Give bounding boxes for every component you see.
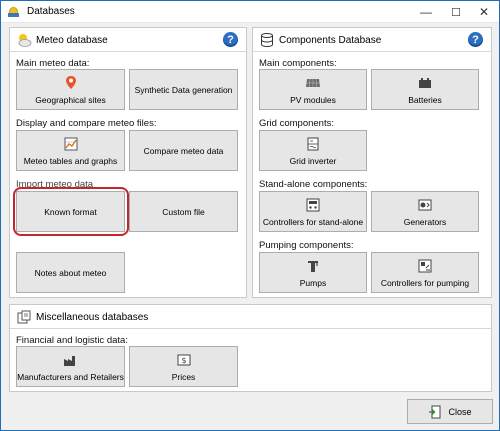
geographical-sites-button[interactable]: Geographical sites xyxy=(16,69,125,110)
misc-databases-panel: Miscellaneous databases Financial and lo… xyxy=(9,304,492,392)
pump-controller-icon xyxy=(418,259,432,272)
components-panel-header: Components Database ? xyxy=(253,28,491,52)
factory-icon xyxy=(63,355,75,366)
compare-meteo-button[interactable]: Compare meteo data xyxy=(129,130,238,171)
misc-panel-header: Miscellaneous databases xyxy=(10,305,491,329)
synthetic-data-label: Synthetic Data generation xyxy=(134,84,233,95)
pv-modules-button[interactable]: PV modules xyxy=(259,69,367,110)
generator-icon xyxy=(418,199,432,210)
batteries-button[interactable]: Batteries xyxy=(371,69,479,110)
manufacturers-retailers-label: Manufacturers and Retailers xyxy=(17,371,124,382)
components-database-panel: Components Database ? Main components: P… xyxy=(252,27,492,298)
grid-inverter-button[interactable]: Grid inverter xyxy=(259,130,367,171)
notes-about-meteo-label: Notes about meteo xyxy=(34,267,107,278)
sun-app-icon xyxy=(8,7,19,17)
grid-inverter-label: Grid inverter xyxy=(289,155,337,166)
components-help-icon[interactable]: ? xyxy=(468,32,483,47)
custom-file-button[interactable]: Custom file xyxy=(129,191,238,232)
svg-text:$: $ xyxy=(181,356,186,365)
batteries-label: Batteries xyxy=(408,94,442,105)
prices-button[interactable]: $ Prices xyxy=(129,346,238,387)
manufacturers-retailers-button[interactable]: Manufacturers and Retailers xyxy=(16,346,125,387)
generators-button[interactable]: Generators xyxy=(371,191,479,232)
misc-panel-title: Miscellaneous databases xyxy=(36,312,149,323)
main-components-label: Main components: xyxy=(259,58,337,69)
maximize-button[interactable]: ☐ xyxy=(441,1,471,23)
custom-file-label: Custom file xyxy=(162,206,205,217)
meteo-database-panel: Meteo database ? Main meteo data: Geogra… xyxy=(9,27,247,298)
chart-table-icon xyxy=(64,137,77,150)
window-title: Databases xyxy=(27,6,75,17)
prices-label: Prices xyxy=(171,371,196,382)
pumps-label: Pumps xyxy=(299,277,327,288)
meteo-panel-header: Meteo database ? xyxy=(10,28,246,52)
components-panel-title: Components Database xyxy=(279,35,382,46)
map-pin-icon xyxy=(65,75,76,89)
inverter-icon xyxy=(307,137,319,150)
generators-label: Generators xyxy=(403,216,447,227)
synthetic-data-button[interactable]: Synthetic Data generation xyxy=(129,69,238,110)
databases-window: Databases — ☐ ✕ Meteo database ? Main me… xyxy=(0,0,500,431)
known-format-highlight xyxy=(13,187,129,236)
pumping-components-label: Pumping components: xyxy=(259,240,354,251)
controller-icon xyxy=(306,198,320,211)
title-bar: Databases — ☐ ✕ xyxy=(1,1,499,23)
financial-logistic-label: Financial and logistic data: xyxy=(16,335,128,346)
misc-database-icon xyxy=(17,310,31,324)
minimize-button[interactable]: — xyxy=(411,1,441,23)
pump-icon xyxy=(308,260,318,272)
pv-panel-icon xyxy=(306,78,320,87)
controllers-standalone-label: Controllers for stand-alone xyxy=(262,216,364,227)
sun-cloud-icon xyxy=(18,34,32,47)
geographical-sites-label: Geographical sites xyxy=(35,94,106,105)
battery-icon xyxy=(419,77,431,88)
main-meteo-label: Main meteo data: xyxy=(16,58,90,69)
meteo-panel-title: Meteo database xyxy=(36,35,108,46)
pumps-button[interactable]: Pumps xyxy=(259,252,367,293)
grid-components-label: Grid components: xyxy=(259,118,334,129)
meteo-tables-graphs-label: Meteo tables and graphs xyxy=(23,155,118,166)
close-button[interactable]: Close xyxy=(407,399,493,424)
close-button-label: Close xyxy=(448,406,472,417)
meteo-tables-graphs-button[interactable]: Meteo tables and graphs xyxy=(16,130,125,171)
controllers-pumping-button[interactable]: Controllers for pumping xyxy=(371,252,479,293)
compare-meteo-label: Compare meteo data xyxy=(143,145,224,156)
pv-modules-label: PV modules xyxy=(290,94,336,105)
exit-door-icon xyxy=(429,405,441,418)
meteo-help-icon[interactable]: ? xyxy=(223,32,238,47)
notes-about-meteo-button[interactable]: Notes about meteo xyxy=(16,252,125,293)
standalone-components-label: Stand-alone components: xyxy=(259,179,368,190)
controllers-standalone-button[interactable]: Controllers for stand-alone xyxy=(259,191,367,232)
display-compare-label: Display and compare meteo files: xyxy=(16,118,157,129)
controllers-pumping-label: Controllers for pumping xyxy=(380,277,470,288)
database-icon xyxy=(261,33,273,48)
close-window-button[interactable]: ✕ xyxy=(469,1,499,23)
prices-icon: $ xyxy=(177,354,190,365)
